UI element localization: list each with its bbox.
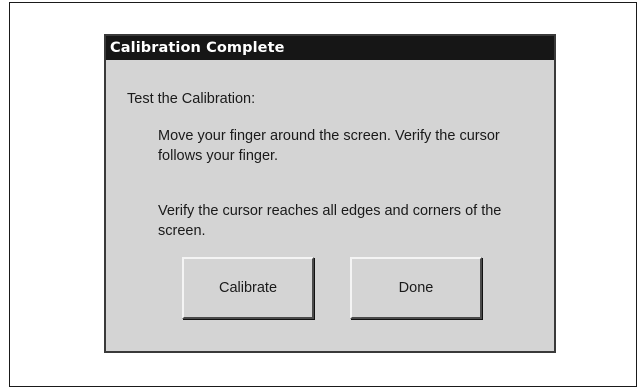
dialog-title: Calibration Complete (106, 36, 554, 60)
instruction-reach-edges: Verify the cursor reaches all edges and … (158, 203, 502, 239)
instruction-follow-finger: Move your finger around the screen. Veri… (158, 128, 500, 164)
intro-text: Test the Calibration: (127, 91, 256, 107)
done-button[interactable]: Done (350, 257, 482, 319)
calibration-dialog: Calibration Complete Test the Calibratio… (104, 34, 556, 353)
calibrate-button-label: Calibrate (218, 280, 278, 296)
calibrate-button[interactable]: Calibrate (182, 257, 314, 319)
done-button-label: Done (398, 280, 434, 296)
